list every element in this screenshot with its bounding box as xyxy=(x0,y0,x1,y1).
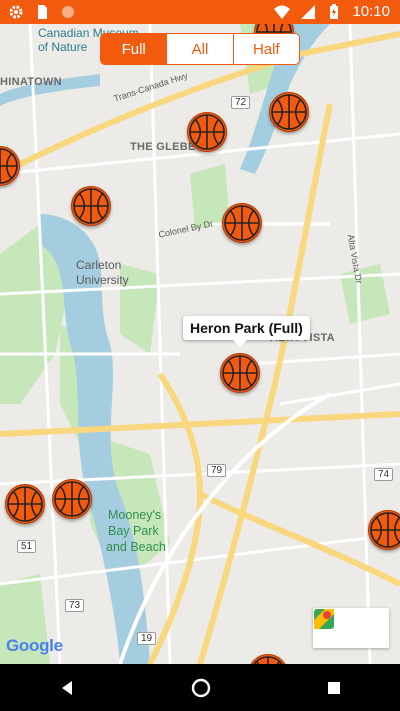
signal-icon xyxy=(301,4,316,19)
basketball-icon xyxy=(271,94,307,130)
battery-icon xyxy=(330,3,339,19)
gear-icon xyxy=(9,5,23,19)
court-type-filter: Full All Half xyxy=(100,33,300,65)
court-marker[interactable] xyxy=(187,112,227,152)
basketball-icon xyxy=(54,481,90,517)
basketball-icon xyxy=(253,656,283,664)
basketball-icon xyxy=(222,355,258,391)
map-view[interactable]: Canadian Museum of Nature HINATOWN Trans… xyxy=(0,24,400,664)
navigation-bar xyxy=(0,664,400,711)
route-shield-74: 74 xyxy=(374,468,394,481)
open-in-maps-button[interactable] xyxy=(314,608,389,648)
basketball-icon xyxy=(189,114,225,150)
google-maps-icon xyxy=(314,609,334,629)
home-icon[interactable] xyxy=(190,677,212,699)
chinatown-label: HINATOWN xyxy=(0,76,62,88)
basketball-icon xyxy=(7,486,43,522)
court-marker[interactable] xyxy=(248,654,288,664)
court-marker[interactable] xyxy=(0,146,20,186)
court-marker[interactable] xyxy=(222,203,262,243)
court-marker[interactable] xyxy=(269,92,309,132)
back-icon[interactable] xyxy=(57,678,77,698)
carleton-label-2: University xyxy=(76,273,129,287)
mooneys-label-3: and Beach xyxy=(106,540,166,554)
route-shield-72: 72 xyxy=(231,96,251,109)
route-shield-51: 51 xyxy=(17,540,37,553)
mooneys-label-2: Bay Park xyxy=(108,524,159,538)
filter-all[interactable]: All xyxy=(167,34,234,64)
sd-card-icon xyxy=(38,5,47,19)
route-shield-73: 73 xyxy=(65,599,85,612)
mooneys-label: Mooney's xyxy=(108,508,162,522)
museum-label-2: of Nature xyxy=(38,40,88,54)
recents-icon[interactable] xyxy=(325,679,343,697)
court-marker[interactable] xyxy=(5,484,45,524)
clock: 10:10 xyxy=(352,3,390,20)
google-logo: Google xyxy=(6,636,63,656)
court-marker[interactable] xyxy=(52,479,92,519)
marker-tooltip[interactable]: Heron Park (Full) xyxy=(183,316,310,347)
status-bar: 10:10 xyxy=(0,0,400,24)
google-attribution: Google xyxy=(6,636,63,655)
filter-full[interactable]: Full xyxy=(101,34,168,64)
court-marker[interactable] xyxy=(368,510,400,550)
filter-half[interactable]: Half xyxy=(234,34,299,64)
map-toolbar xyxy=(313,608,389,648)
route-shield-79: 79 xyxy=(207,464,227,477)
route-shield-19: 19 xyxy=(137,632,157,645)
court-marker-selected[interactable] xyxy=(220,353,260,393)
glebe-label: THE GLEBE xyxy=(130,141,196,153)
court-marker[interactable] xyxy=(71,186,111,226)
carleton-label: Carleton xyxy=(76,258,122,272)
circle-icon xyxy=(62,6,74,18)
basketball-icon xyxy=(370,512,400,548)
basketball-icon xyxy=(73,188,109,224)
basketball-icon xyxy=(224,205,260,241)
basketball-icon xyxy=(0,148,18,184)
wifi-icon xyxy=(274,5,291,19)
